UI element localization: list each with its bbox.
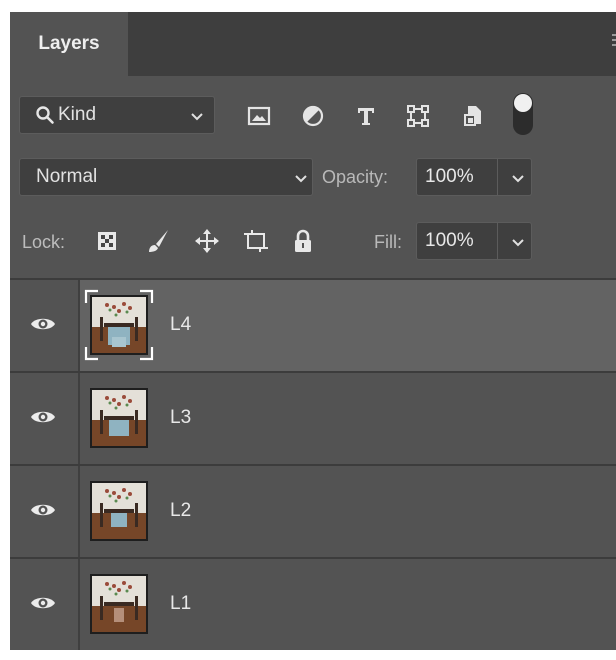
fill-label: Fill:	[374, 232, 402, 252]
eye-icon[interactable]	[30, 408, 56, 431]
layer-name: L4	[170, 314, 192, 335]
chevron-down-icon[interactable]	[511, 235, 525, 249]
tab-layers[interactable]: Layers	[10, 12, 128, 76]
lock-artboard-icon[interactable]	[242, 228, 270, 254]
blend-mode-value: Normal	[36, 166, 98, 187]
type-filter-icon[interactable]	[353, 104, 379, 128]
layer-name: L2	[170, 500, 192, 521]
chevron-down-icon[interactable]	[511, 171, 525, 185]
opacity-label: Opacity:	[322, 167, 389, 187]
chevron-down-icon	[191, 113, 203, 121]
visibility-column	[10, 373, 80, 464]
blend-row: Normal Opacity: 100%	[10, 158, 616, 198]
visibility-column	[10, 466, 80, 557]
eye-icon[interactable]	[30, 501, 56, 524]
fill-field[interactable]: 100%	[416, 222, 532, 260]
layer-row[interactable]: L1	[10, 559, 616, 650]
layer-row[interactable]: L4	[10, 280, 616, 373]
layer-row[interactable]: L2	[10, 466, 616, 559]
filter-kind-label: Kind	[58, 104, 97, 125]
layers-list: L4 L3 L2 L1	[10, 278, 616, 650]
opacity-field[interactable]: 100%	[416, 158, 532, 196]
chevron-down-icon	[295, 175, 307, 183]
blend-mode-dropdown[interactable]: Normal	[19, 158, 313, 196]
smart-object-filter-icon[interactable]	[460, 104, 486, 128]
image-filter-icon[interactable]	[246, 104, 272, 128]
fill-value: 100%	[425, 230, 474, 251]
layer-name: L3	[170, 407, 192, 428]
lock-transparent-pixels-icon[interactable]	[96, 230, 118, 252]
opacity-value: 100%	[425, 166, 474, 187]
panel-menu-icon[interactable]	[612, 34, 616, 52]
layer-thumbnail[interactable]	[90, 574, 148, 634]
panel-tab-bar: Layers	[10, 12, 616, 76]
lock-image-pixels-icon[interactable]	[146, 228, 172, 254]
filter-kind-dropdown[interactable]: Kind	[19, 96, 215, 134]
lock-row: Lock: Fill: 100%	[10, 220, 616, 264]
lock-all-icon[interactable]	[292, 228, 314, 254]
eye-icon[interactable]	[30, 315, 56, 338]
layer-thumbnail[interactable]	[90, 388, 148, 448]
filter-toggle-switch[interactable]	[512, 92, 534, 136]
adjustment-filter-icon[interactable]	[300, 104, 326, 128]
layer-thumbnail[interactable]	[90, 295, 148, 355]
lock-label: Lock:	[22, 232, 66, 252]
tab-layers-label: Layers	[38, 33, 100, 54]
shape-filter-icon[interactable]	[405, 104, 431, 128]
visibility-column	[10, 280, 80, 371]
filter-row: Kind	[10, 93, 616, 136]
layer-row[interactable]: L3	[10, 373, 616, 466]
eye-icon[interactable]	[30, 594, 56, 617]
layer-thumbnail[interactable]	[90, 481, 148, 541]
layer-name: L1	[170, 593, 192, 614]
search-icon	[34, 104, 56, 126]
visibility-column	[10, 559, 80, 650]
lock-position-icon[interactable]	[194, 228, 220, 254]
layers-panel: Layers Kind Normal Opacity: 100% Lock: F…	[10, 12, 616, 650]
